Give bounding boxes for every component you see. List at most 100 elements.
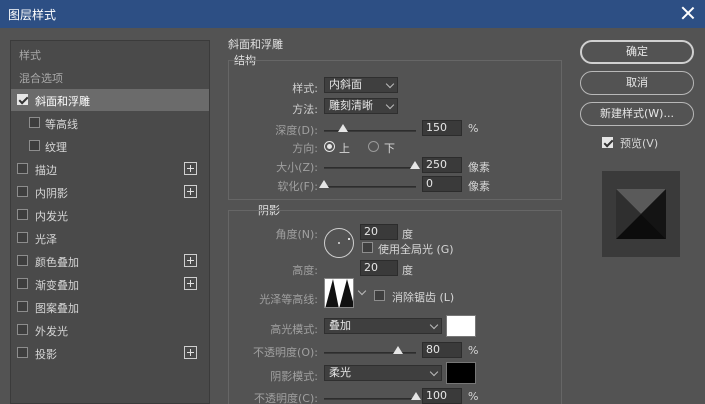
highlight-opacity-label: 不透明度(O):	[253, 346, 318, 359]
shadow-mode-value: 柔光	[329, 366, 351, 379]
altitude-unit: 度	[402, 264, 413, 277]
size-input[interactable]: 250	[422, 157, 462, 173]
chevron-down-icon	[385, 100, 395, 110]
soften-input[interactable]: 0	[422, 176, 462, 192]
depth-label: 深度(D):	[275, 124, 318, 137]
shadow-opacity-slider[interactable]	[324, 392, 421, 400]
angle-dial[interactable]	[324, 228, 354, 258]
style-item[interactable]: 投影	[11, 342, 209, 364]
add-instance-icon[interactable]	[184, 254, 197, 267]
new-style-button[interactable]: 新建样式(W)...	[580, 102, 694, 126]
style-item-checkbox[interactable]	[17, 324, 28, 335]
soften-slider[interactable]	[319, 180, 416, 188]
close-icon[interactable]	[679, 4, 697, 22]
global-light-checkbox[interactable]	[362, 242, 373, 253]
style-item[interactable]: 光泽	[11, 227, 209, 249]
style-item[interactable]: 渐变叠加	[11, 273, 209, 295]
style-item[interactable]: 内阴影	[11, 181, 209, 203]
style-item-label: 样式	[19, 49, 41, 62]
chevron-down-icon	[429, 367, 439, 377]
style-item-checkbox[interactable]	[29, 140, 40, 151]
style-item-label: 内发光	[35, 210, 68, 223]
style-select-value: 内斜面	[329, 78, 362, 91]
style-item-checkbox[interactable]	[17, 163, 28, 174]
angle-input[interactable]: 20	[360, 224, 398, 240]
style-item[interactable]: 斜面和浮雕	[11, 89, 209, 111]
add-instance-icon[interactable]	[184, 277, 197, 290]
altitude-input[interactable]: 20	[360, 260, 398, 276]
style-item-label: 纹理	[45, 141, 67, 154]
highlight-opacity-input[interactable]: 80	[422, 342, 462, 358]
style-item-label: 描边	[35, 164, 57, 177]
style-item[interactable]: 内发光	[11, 204, 209, 226]
style-item[interactable]: 样式	[11, 43, 209, 65]
style-item[interactable]: 描边	[11, 158, 209, 180]
style-item-checkbox[interactable]	[17, 347, 28, 358]
style-item-checkbox[interactable]	[17, 301, 28, 312]
depth-input[interactable]: 150	[422, 120, 462, 136]
style-preview-thumbnail	[602, 171, 680, 257]
bevel-section-title: 斜面和浮雕	[228, 38, 283, 51]
cancel-button[interactable]: 取消	[580, 71, 694, 95]
style-item[interactable]: 外发光	[11, 319, 209, 341]
style-item-checkbox[interactable]	[17, 94, 28, 105]
style-item-label: 外发光	[35, 325, 68, 338]
add-instance-icon[interactable]	[184, 162, 197, 175]
shadow-mode-select[interactable]: 柔光	[324, 365, 442, 381]
highlight-color-swatch[interactable]	[446, 315, 476, 337]
size-unit: 像素	[468, 161, 490, 174]
add-instance-icon[interactable]	[184, 346, 197, 359]
altitude-label: 高度:	[292, 264, 318, 277]
style-item-label: 渐变叠加	[35, 279, 79, 292]
style-item-checkbox[interactable]	[17, 278, 28, 289]
style-item-label: 混合选项	[19, 72, 63, 85]
highlight-opacity-thumb[interactable]	[393, 346, 403, 354]
style-item-checkbox[interactable]	[17, 186, 28, 197]
highlight-mode-select[interactable]: 叠加	[324, 318, 442, 334]
chevron-down-icon	[385, 79, 395, 89]
style-item-checkbox[interactable]	[17, 255, 28, 266]
shadow-mode-label: 阴影模式:	[270, 370, 318, 383]
soften-label: 软化(F):	[277, 180, 318, 193]
style-item[interactable]: 纹理	[11, 135, 209, 157]
highlight-mode-value: 叠加	[329, 319, 351, 332]
angle-dial-center	[338, 242, 340, 244]
soften-slider-thumb[interactable]	[319, 180, 329, 188]
styles-list: 样式混合选项斜面和浮雕 等高线纹理描边内阴影内发光光泽颜色叠加渐变叠加图案叠加外发…	[10, 40, 210, 404]
soften-unit: 像素	[468, 180, 490, 193]
size-slider-thumb[interactable]	[410, 161, 420, 169]
antialias-checkbox[interactable]	[374, 290, 385, 301]
technique-select[interactable]: 雕刻清晰	[324, 98, 398, 114]
antialias-label: 消除锯齿 (L)	[392, 291, 455, 304]
shadow-opacity-input[interactable]: 100	[422, 388, 462, 404]
direction-down-radio[interactable]	[368, 141, 379, 152]
direction-up-radio[interactable]	[324, 141, 335, 152]
style-item-label: 光泽	[35, 233, 57, 246]
size-slider[interactable]	[324, 161, 420, 169]
style-item[interactable]: 图案叠加	[11, 296, 209, 318]
style-item-checkbox[interactable]	[17, 209, 28, 220]
style-item-label: 投影	[35, 348, 57, 361]
title-bar: 图层样式	[0, 0, 705, 28]
add-instance-icon[interactable]	[184, 185, 197, 198]
gloss-contour-preview[interactable]	[324, 278, 354, 308]
depth-slider-thumb[interactable]	[338, 124, 348, 132]
preview-checkbox[interactable]	[602, 137, 613, 148]
style-item[interactable]: 混合选项	[11, 66, 209, 88]
shadow-opacity-thumb[interactable]	[411, 392, 421, 400]
technique-select-value: 雕刻清晰	[329, 99, 373, 112]
shadow-color-swatch[interactable]	[446, 362, 476, 384]
style-item-label: 颜色叠加	[35, 256, 79, 269]
style-item-checkbox[interactable]	[29, 117, 40, 128]
style-item-checkbox[interactable]	[17, 232, 28, 243]
style-item[interactable]: 颜色叠加	[11, 250, 209, 272]
highlight-opacity-slider[interactable]	[324, 346, 416, 354]
style-select[interactable]: 内斜面	[324, 77, 398, 93]
global-light-label: 使用全局光 (G)	[378, 243, 454, 256]
style-item-label: 内阴影	[35, 187, 68, 200]
contour-curve-icon	[325, 279, 353, 307]
ok-button[interactable]: 确定	[580, 40, 694, 64]
depth-slider[interactable]	[324, 124, 416, 132]
direction-label: 方向:	[292, 142, 318, 155]
style-item[interactable]: 等高线	[11, 112, 209, 134]
